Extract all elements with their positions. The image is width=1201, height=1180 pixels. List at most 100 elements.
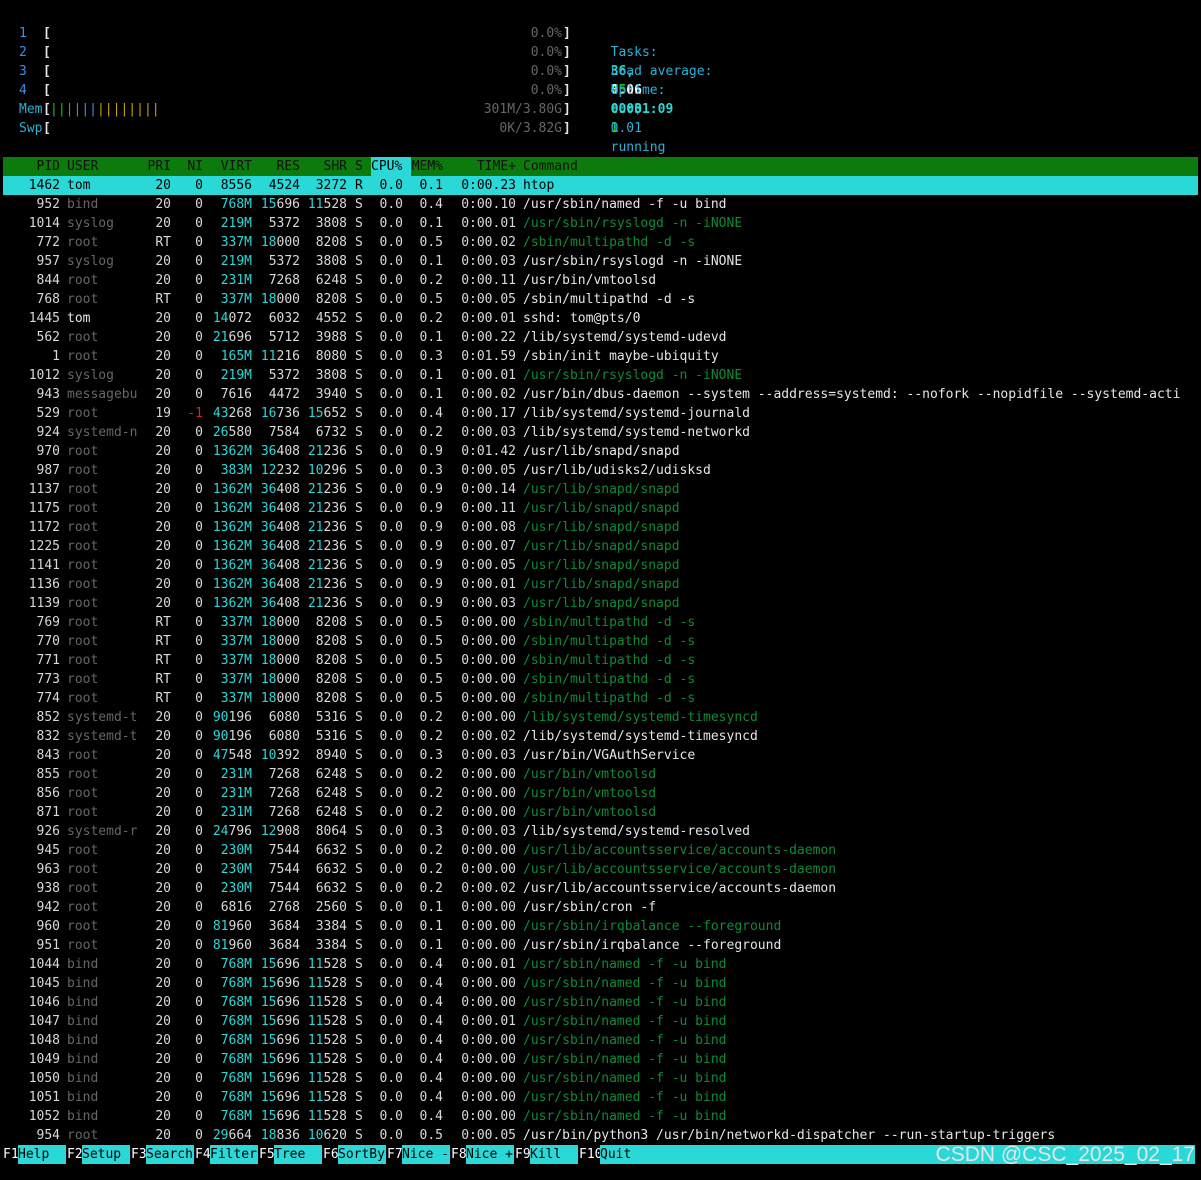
cell-time: 0:00.00: [461, 653, 516, 668]
column-header-virt[interactable]: VIRT: [205, 157, 252, 176]
process-row[interactable]: 938 root 20 0 230M 7544 6632 S 0.0 0.2 0:00.02/usr…: [3, 879, 1198, 898]
value-units: 528: [323, 1090, 347, 1105]
process-row[interactable]: 945 root 20 0 230M 7544 6632 S 0.0 0.2 0:00.00/usr…: [3, 841, 1198, 860]
meter-close-bracket: ]: [563, 26, 571, 41]
cell-ni: 0: [195, 425, 203, 440]
process-row[interactable]: 832 systemd-t 20 0 90196 6080 5316 S 0.0 0.2 0:00.…: [3, 727, 1198, 746]
column-header-shr[interactable]: SHR: [302, 157, 347, 176]
process-row[interactable]: 970 root 20 0 1362M 36408 21236 S 0.0 0.9 0:01.42/…: [3, 442, 1198, 461]
column-header-pid[interactable]: PID: [0, 157, 60, 176]
process-row[interactable]: 773 root RT 0 337M 18000 8208 S 0.0 0.5 0:00.00/sb…: [3, 670, 1198, 689]
cell-cmd: /sbin/multipathd -d -s: [523, 292, 696, 307]
cell-pri: 20: [155, 273, 171, 288]
value-thousands: 11: [307, 197, 324, 212]
process-row[interactable]: 562 root 20 0 21696 5712 3988 S 0.0 0.1 0:00.22/li…: [3, 328, 1198, 347]
cell-mem: 0.2: [419, 311, 443, 326]
process-row[interactable]: 1045 bind 20 0 768M 15696 11528 S 0.0 0.4 0:00.00/…: [3, 974, 1198, 993]
process-row[interactable]: 1462 tom 20 0 8556 4524 3272 R 0.0 0.1 0:00.23 htop: [3, 176, 1198, 195]
process-row[interactable]: 1052 bind 20 0 768M 15696 11528 S 0.0 0.4 0:00.00/…: [3, 1107, 1198, 1126]
cell-time: 0:00.05: [461, 1128, 516, 1143]
process-row[interactable]: 1172 root 20 0 1362M 36408 21236 S 0.0 0.9 0:00.08…: [3, 518, 1198, 537]
process-row[interactable]: 1049 bind 20 0 768M 15696 11528 S 0.0 0.4 0:00.00/…: [3, 1050, 1198, 1069]
value-thousands: 36: [260, 577, 277, 592]
cell-ni: 0: [195, 197, 203, 212]
process-row[interactable]: 1445 tom 20 0 14072 6032 4552 S 0.0 0.2 0:00.01 ssh…: [3, 309, 1198, 328]
process-row[interactable]: 1141 root 20 0 1362M 36408 21236 S 0.0 0.9 0:00.05…: [3, 556, 1198, 575]
process-row[interactable]: 1136 root 20 0 1362M 36408 21236 S 0.0 0.9 0:00.01…: [3, 575, 1198, 594]
cell-s: S: [355, 748, 363, 763]
process-row[interactable]: 957 syslog 20 0 219M 5372 3808 S 0.0 0.1 0:00.03/u…: [3, 252, 1198, 271]
cell-time: 0:00.23: [461, 178, 516, 193]
cell-shr: 5316: [315, 710, 347, 725]
value-units: 548: [228, 748, 252, 763]
process-row[interactable]: 768 root RT 0 337M 18000 8208 S 0.0 0.5 0:00.05/sb…: [3, 290, 1198, 309]
column-header-cpu[interactable]: CPU%: [371, 157, 411, 176]
process-row[interactable]: 770 root RT 0 337M 18000 8208 S 0.0 0.5 0:00.00/sb…: [3, 632, 1198, 651]
cell-pri: 20: [155, 558, 171, 573]
cell-shr: 11528: [302, 955, 347, 974]
column-header-s[interactable]: S: [355, 157, 365, 176]
process-row[interactable]: 952 bind 20 0 768M 15696 11528 S 0.0 0.4 0:00.10/u…: [3, 195, 1198, 214]
process-row[interactable]: 772 root RT 0 337M 18000 8208 S 0.0 0.5 0:00.02/sb…: [3, 233, 1198, 252]
process-row[interactable]: 924 systemd-n 20 0 26580 7584 6732 S 0.0 0.2 0:00.…: [3, 423, 1198, 442]
meter-open-bracket: [: [43, 26, 51, 41]
process-row[interactable]: 856 root 20 0 231M 7268 6248 S 0.0 0.2 0:00.00/usr…: [3, 784, 1198, 803]
cell-ni: 0: [195, 292, 203, 307]
process-row[interactable]: 942 root 20 0 6816 2768 2560 S 0.0 0.1 0:00.00/usr…: [3, 898, 1198, 917]
cell-time: 0:00.01: [461, 216, 516, 231]
cell-s: S: [355, 539, 363, 554]
process-row[interactable]: 774 root RT 0 337M 18000 8208 S 0.0 0.5 0:00.00/sb…: [3, 689, 1198, 708]
value-units: 236: [323, 482, 347, 497]
process-row[interactable]: 1225 root 20 0 1362M 36408 21236 S 0.0 0.9 0:00.07…: [3, 537, 1198, 556]
process-row[interactable]: 960 root 20 0 81960 3684 3384 S 0.0 0.1 0:00.00/us…: [3, 917, 1198, 936]
value-thousands: 16: [260, 406, 277, 421]
cell-virt: 1362M: [212, 577, 252, 592]
process-row[interactable]: 1046 bind 20 0 768M 15696 11528 S 0.0 0.4 0:00.00/…: [3, 993, 1198, 1012]
cell-mem: 0.5: [419, 1128, 443, 1143]
process-row[interactable]: 1050 bind 20 0 768M 15696 11528 S 0.0 0.4 0:00.00/…: [3, 1069, 1198, 1088]
process-row[interactable]: 1137 root 20 0 1362M 36408 21236 S 0.0 0.9 0:00.14…: [3, 480, 1198, 499]
column-header-mem[interactable]: MEM%: [411, 157, 443, 176]
cell-cmd: /lib/systemd/systemd-journald: [523, 406, 750, 421]
process-row[interactable]: 1047 bind 20 0 768M 15696 11528 S 0.0 0.4 0:00.01/…: [3, 1012, 1198, 1031]
process-row[interactable]: 843 root 20 0 47548 10392 8940 S 0.0 0.3 0:00.03/u…: [3, 746, 1198, 765]
process-row[interactable]: 963 root 20 0 230M 7544 6632 S 0.0 0.2 0:00.00/usr…: [3, 860, 1198, 879]
cell-user: syslog: [67, 254, 114, 269]
process-row[interactable]: 855 root 20 0 231M 7268 6248 S 0.0 0.2 0:00.00/usr…: [3, 765, 1198, 784]
cell-virt: 230M: [220, 843, 252, 858]
process-row[interactable]: 1044 bind 20 0 768M 15696 11528 S 0.0 0.4 0:00.01/…: [3, 955, 1198, 974]
process-row[interactable]: 852 systemd-t 20 0 90196 6080 5316 S 0.0 0.2 0:00.…: [3, 708, 1198, 727]
column-header-cmd[interactable]: Command: [523, 157, 1201, 176]
process-row[interactable]: 1048 bind 20 0 768M 15696 11528 S 0.0 0.4 0:00.00/…: [3, 1031, 1198, 1050]
cell-pri: 20: [155, 520, 171, 535]
memory-bar-segment: |: [81, 102, 90, 117]
cell-pid: 963: [36, 862, 60, 877]
value-thousands: 21: [212, 330, 229, 345]
process-row[interactable]: 951 root 20 0 81960 3684 3384 S 0.0 0.1 0:00.00/us…: [3, 936, 1198, 955]
process-row[interactable]: 1175 root 20 0 1362M 36408 21236 S 0.0 0.9 0:00.11…: [3, 499, 1198, 518]
column-header-ni[interactable]: NI: [175, 157, 203, 176]
process-row[interactable]: 926 systemd-r 20 0 24796 12908 8064 S 0.0 0.3 0:00…: [3, 822, 1198, 841]
cell-time: 0:00.07: [461, 539, 516, 554]
process-row[interactable]: 943 messagebu 20 0 7616 4472 3940 S 0.0 0.1 0:00.0…: [3, 385, 1198, 404]
cell-pid: 871: [36, 805, 60, 820]
cell-pri: 20: [155, 748, 171, 763]
process-row[interactable]: 1051 bind 20 0 768M 15696 11528 S 0.0 0.4 0:00.00/…: [3, 1088, 1198, 1107]
process-row[interactable]: 1014 syslog 20 0 219M 5372 3808 S 0.0 0.1 0:00.01 /…: [3, 214, 1198, 233]
process-row[interactable]: 1012 syslog 20 0 219M 5372 3808 S 0.0 0.1 0:00.01 /…: [3, 366, 1198, 385]
cell-user: root: [67, 862, 99, 877]
column-header-res[interactable]: RES: [255, 157, 300, 176]
process-row[interactable]: 844 root 20 0 231M 7268 6248 S 0.0 0.2 0:00.11/usr…: [3, 271, 1198, 290]
process-row[interactable]: 529 root 19 -1 43268 16736 15652 S 0.0 0.4 0:00.17…: [3, 404, 1198, 423]
process-row[interactable]: 771 root RT 0 337M 18000 8208 S 0.0 0.5 0:00.00/sb…: [3, 651, 1198, 670]
cell-mem: 0.1: [419, 387, 443, 402]
column-header-pri[interactable]: PRI: [140, 157, 171, 176]
process-row[interactable]: 1 root 20 0 165M 11216 8080 S 0.0 0.3 0:01.59/sbin…: [3, 347, 1198, 366]
cell-cmd: /usr/lib/snapd/snapd: [523, 577, 680, 592]
process-row[interactable]: 1139 root 20 0 1362M 36408 21236 S 0.0 0.9 0:00.03…: [3, 594, 1198, 613]
process-row[interactable]: 871 root 20 0 231M 7268 6248 S 0.0 0.2 0:00.00/usr…: [3, 803, 1198, 822]
process-row[interactable]: 987 root 20 0 383M 12232 10296 S 0.0 0.3 0:00.05/u…: [3, 461, 1198, 480]
process-row[interactable]: 769 root RT 0 337M 18000 8208 S 0.0 0.5 0:00.00/sb…: [3, 613, 1198, 632]
column-header-user[interactable]: USER: [67, 157, 147, 176]
column-header-time[interactable]: TIME+: [450, 157, 516, 176]
